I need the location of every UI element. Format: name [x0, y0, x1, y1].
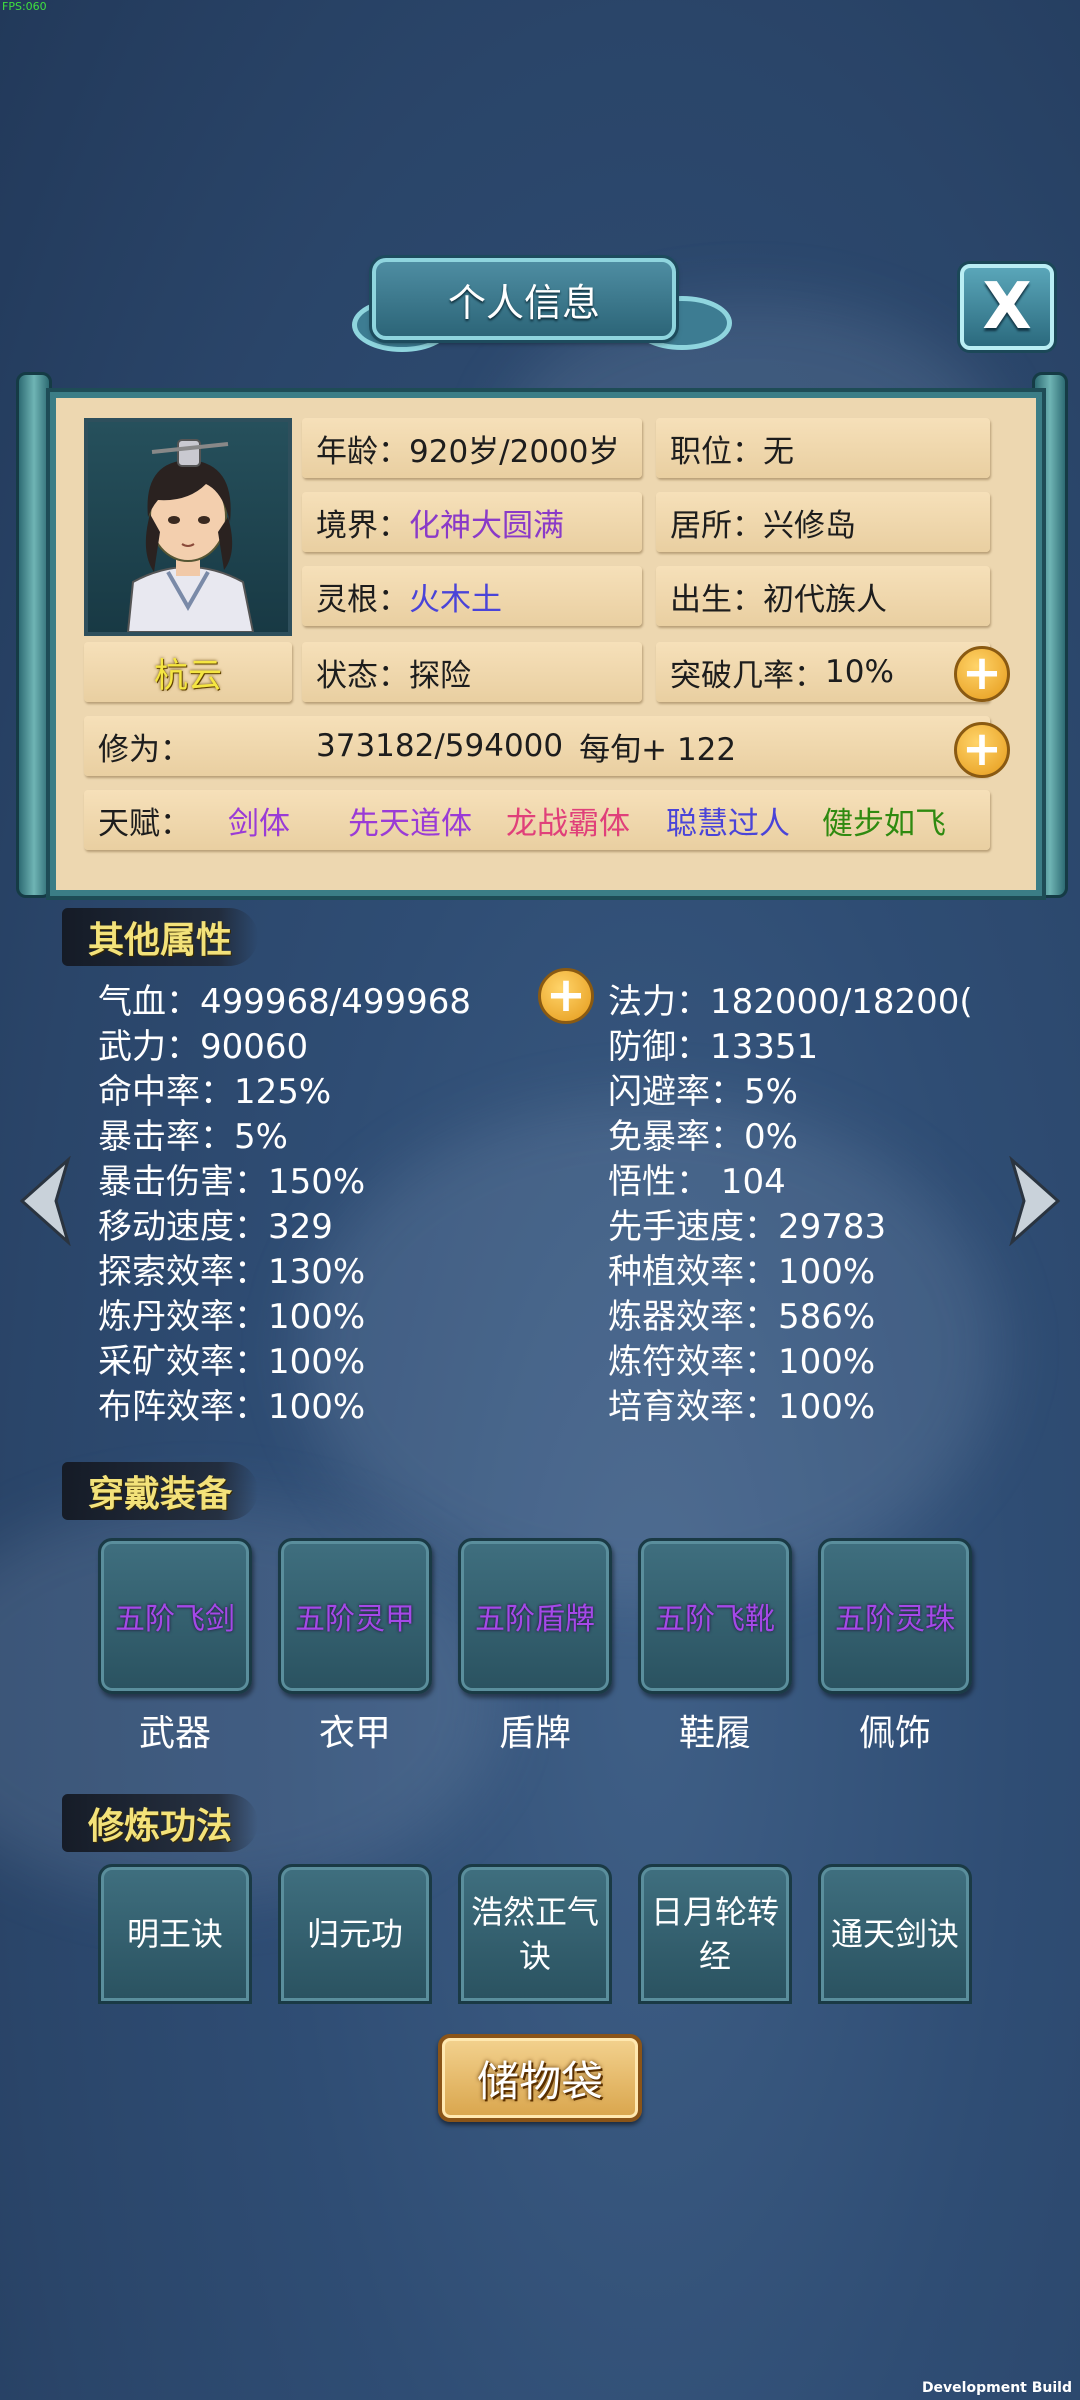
attribute-item: 免暴率：0% — [608, 1117, 798, 1157]
age-field: 年龄： 920岁/2000岁 — [302, 418, 642, 478]
character-name: 杭云 — [84, 642, 292, 702]
realm-field: 境界： 化神大圆满 — [302, 492, 642, 552]
page-title: 个人信息 — [447, 280, 600, 325]
equipment-item-name: 五阶灵珠 — [835, 1602, 955, 1637]
equipment-slot[interactable]: 五阶灵甲 — [278, 1538, 432, 1694]
talent-item: 健步如飞 — [822, 805, 946, 842]
attributes-plus-button[interactable]: + — [538, 968, 594, 1024]
section-other-attributes: 其他属性 — [62, 908, 259, 966]
cultivation-field: 修为： 373182/594000 每旬+ 122 — [84, 716, 990, 776]
storage-bag-button[interactable]: 储物袋 — [438, 2034, 642, 2122]
technique-slot[interactable]: 浩然正气诀 — [458, 1864, 612, 2004]
avatar — [84, 418, 292, 636]
equipment-item-name: 五阶灵甲 — [295, 1602, 415, 1637]
equipment-item-name: 五阶飞剑 — [115, 1602, 235, 1637]
origin-value: 初代族人 — [763, 581, 887, 618]
position-label: 职位： — [670, 433, 763, 470]
status-label: 状态： — [316, 657, 409, 694]
cultivation-plus-button[interactable]: + — [954, 722, 1010, 778]
breakthrough-field: 突破几率： 10% — [656, 642, 990, 702]
technique-slot[interactable]: 日月轮转经 — [638, 1864, 792, 2004]
attribute-item: 移动速度：329 — [98, 1207, 333, 1247]
residence-value: 兴修岛 — [763, 507, 856, 544]
technique-slot[interactable]: 归元功 — [278, 1864, 432, 2004]
profile-panel: 年龄： 920岁/2000岁 职位：无 境界： 化神大圆满 居所： 兴修岛 灵根： 火木… — [50, 392, 1042, 896]
attribute-item: 暴击伤害：150% — [98, 1162, 366, 1202]
breakthrough-plus-button[interactable]: + — [954, 646, 1010, 702]
attribute-item: 暴击率：5% — [98, 1117, 288, 1157]
status-value: 探险 — [409, 657, 471, 694]
breakthrough-label: 突破几率： — [670, 657, 825, 694]
attribute-item: 闪避率：5% — [608, 1072, 798, 1112]
equipment-item-name: 五阶飞靴 — [655, 1602, 775, 1637]
attribute-item: 先手速度：29783 — [608, 1207, 887, 1247]
attribute-item: 法力：182000/18200( — [608, 982, 973, 1022]
close-button[interactable]: X — [960, 264, 1054, 350]
equipment-slot-label: 佩饰 — [858, 1713, 931, 1754]
talent-item: 聪慧过人 — [666, 805, 790, 842]
residence-label: 居所： — [670, 507, 763, 544]
technique-slot[interactable]: 通天剑诀 — [818, 1864, 972, 2004]
age-value: 920岁/2000岁 — [409, 433, 620, 470]
equipment-slot[interactable]: 五阶灵珠 — [818, 1538, 972, 1694]
cultivation-rate: 每旬+ 122 — [579, 731, 737, 768]
origin-label: 出生： — [670, 581, 763, 618]
attribute-item: 命中率：125% — [98, 1072, 332, 1112]
attribute-item: 武力：90060 — [98, 1027, 309, 1067]
talent-field: 天赋： 剑体 先天道体 龙战霸体 聪慧过人 健步如飞 — [84, 790, 990, 850]
equipment-slot[interactable]: 五阶飞靴 — [638, 1538, 792, 1694]
origin-field: 出生： 初代族人 — [656, 566, 990, 626]
attribute-item: 悟性： 104 — [608, 1162, 786, 1202]
equipment-slot-label: 武器 — [138, 1713, 211, 1754]
residence-field: 居所： 兴修岛 — [656, 492, 990, 552]
attribute-item: 炼符效率：100% — [608, 1342, 876, 1382]
equipment-item-name: 五阶盾牌 — [475, 1602, 595, 1637]
equipment-slot[interactable]: 五阶盾牌 — [458, 1538, 612, 1694]
cultivation-label: 修为： — [98, 731, 191, 768]
attribute-item: 探索效率：130% — [98, 1252, 366, 1292]
status-field: 状态： 探险 — [302, 642, 642, 702]
attribute-item: 防御：13351 — [608, 1027, 819, 1067]
attribute-item: 气血：499968/499968 — [98, 982, 472, 1022]
attribute-item: 采矿效率：100% — [98, 1342, 366, 1382]
spirit-root-value: 火木土 — [409, 581, 502, 618]
next-page-arrow-icon[interactable] — [1008, 1156, 1064, 1246]
attribute-item: 炼丹效率：100% — [98, 1297, 366, 1337]
section-equipment: 穿戴装备 — [62, 1462, 259, 1520]
scroll-rod-left — [16, 372, 52, 898]
realm-label: 境界： — [316, 507, 409, 544]
talent-item: 剑体 — [228, 805, 290, 842]
prev-page-arrow-icon[interactable] — [16, 1156, 72, 1246]
breakthrough-value: 10% — [825, 654, 894, 690]
talent-item: 先天道体 — [348, 805, 472, 842]
technique-slot[interactable]: 明王诀 — [98, 1864, 252, 2004]
realm-value: 化神大圆满 — [409, 507, 564, 544]
character-portrait-icon — [126, 439, 255, 633]
attribute-item: 炼器效率：586% — [608, 1297, 876, 1337]
close-icon: X — [982, 270, 1032, 344]
talent-item: 龙战霸体 — [506, 805, 630, 842]
age-label: 年龄： — [316, 433, 409, 470]
attribute-item: 种植效率：100% — [608, 1252, 876, 1292]
position-value: 无 — [763, 433, 794, 470]
equipment-slot-label: 衣甲 — [318, 1713, 391, 1754]
equipment-slot-label: 鞋履 — [678, 1713, 751, 1754]
spirit-root-label: 灵根： — [316, 581, 409, 618]
talent-label: 天赋： — [98, 805, 191, 842]
section-techniques: 修炼功法 — [62, 1794, 259, 1852]
equipment-slot-label: 盾牌 — [498, 1713, 571, 1754]
attribute-item: 布阵效率：100% — [98, 1387, 366, 1427]
development-build-label: Development Build — [921, 2380, 1072, 2396]
position-field: 职位：无 — [656, 418, 990, 478]
title-plate: 个人信息 — [372, 258, 676, 340]
cultivation-value: 373182/594000 — [316, 728, 564, 764]
equipment-slot[interactable]: 五阶飞剑 — [98, 1538, 252, 1694]
attribute-item: 培育效率：100% — [608, 1387, 876, 1427]
spirit-root-field: 灵根： 火木土 — [302, 566, 642, 626]
fps-counter: FPS:060 — [2, 0, 47, 13]
